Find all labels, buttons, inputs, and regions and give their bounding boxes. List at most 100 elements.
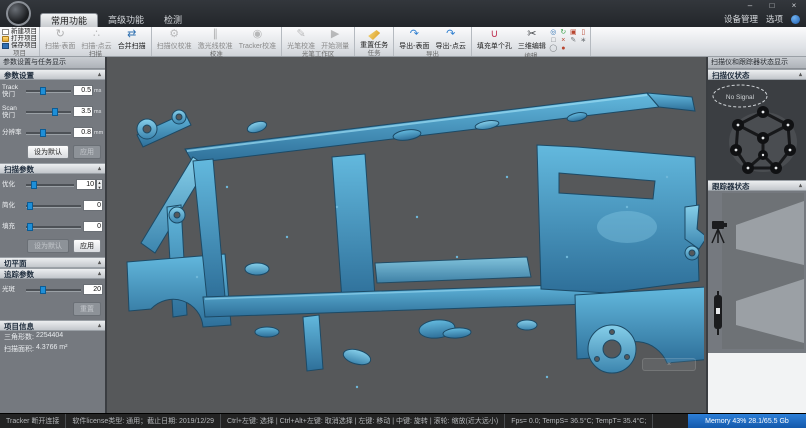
optimize-value[interactable]: 10 — [76, 179, 96, 190]
floppy-icon — [2, 43, 9, 49]
collapse-caret-icon: ▴ — [799, 181, 802, 190]
light-spot-value[interactable]: 20 — [83, 284, 103, 295]
section-title: 切平面 — [4, 258, 27, 267]
resolution-value[interactable]: 0.8 — [73, 127, 93, 138]
apply-button[interactable]: 应用 — [73, 145, 101, 159]
export-pointcloud-button[interactable]: ↷ 导出-点云 — [433, 27, 469, 51]
tracker-calibration-button[interactable]: ◉ Tracker校准 — [236, 27, 279, 51]
optimize-slider[interactable] — [26, 180, 74, 190]
scan-shutter-value[interactable]: 3.5 — [73, 106, 93, 117]
section-header-tracking-params[interactable]: 追踪参数 ▴ — [0, 268, 105, 279]
light-spot-row: 光斑 20 — [0, 279, 105, 300]
section-title: 参数设置 — [4, 70, 34, 79]
export-surface-button[interactable]: ↷ 导出-表面 — [396, 27, 432, 51]
track-shutter-slider[interactable] — [26, 86, 71, 96]
simplify-label: 简化 — [2, 202, 24, 209]
collapse-caret-icon: ▴ — [98, 164, 101, 173]
window-controls: – □ × — [740, 0, 804, 12]
pen-icon: ✎ — [297, 28, 306, 41]
resolution-slider[interactable] — [26, 128, 71, 138]
refresh-icon[interactable]: ↻ — [559, 29, 568, 37]
app-logo-icon[interactable] — [6, 1, 31, 26]
record-dot-icon[interactable]: ● — [559, 45, 568, 53]
tab-common-functions[interactable]: 常用功能 — [40, 13, 98, 27]
device-manager-link[interactable]: 设备管理 — [724, 13, 758, 25]
flag-icon[interactable]: ▣ — [569, 29, 578, 37]
group-pen-workspace: ✎ 光笔校准 ▶ 开始测量 光笔工作区 — [282, 27, 355, 56]
scan-surface-button[interactable]: ↻ 扫描-表面 — [42, 27, 78, 51]
section-header-scanner-status[interactable]: 扫描仪状态 ▴ — [708, 69, 806, 80]
section-header-clip-plane[interactable]: 切平面 ▴ — [0, 257, 105, 268]
play-icon: ▶ — [331, 28, 339, 41]
merge-scan-icon: ⇄ — [127, 28, 136, 41]
triangle-count-label: 三角形数: — [4, 332, 34, 342]
collapse-caret-icon: ▴ — [98, 269, 101, 278]
optimize-row: 优化 10 ▲▼ — [0, 174, 105, 195]
close-button[interactable]: × — [784, 0, 804, 11]
settings-mini-icon[interactable]: ∗ — [579, 37, 588, 45]
scan-shutter-slider[interactable] — [26, 107, 71, 117]
tab-inspection[interactable]: 检测 — [154, 13, 192, 27]
light-spot-slider[interactable] — [26, 285, 81, 295]
simplify-value[interactable]: 0 — [83, 200, 103, 211]
reset-task-button[interactable]: 重置任务 — [357, 27, 391, 50]
merge-scan-button[interactable]: ⇄ 合并扫描 — [115, 27, 149, 51]
optimize-spinner[interactable]: ▲▼ — [96, 179, 103, 190]
section-header-project-info[interactable]: 项目信息 ▴ — [0, 320, 105, 331]
pen-calibration-button[interactable]: ✎ 光笔校准 — [284, 27, 318, 51]
left-panel-title: 参数设置与任务显示 — [0, 57, 105, 69]
options-link[interactable]: 选项 — [766, 13, 783, 25]
section-header-tracker-status[interactable]: 跟踪器状态 ▴ — [708, 180, 806, 191]
maximize-button[interactable]: □ — [762, 0, 782, 11]
scan-pointcloud-button[interactable]: ∴ 扫描-点云 — [78, 27, 114, 51]
scan-surface-icon: ↻ — [56, 28, 65, 41]
scanner-calibration-button[interactable]: ⚙ 扫描仪校准 — [154, 27, 195, 51]
titlebar-right-links: 设备管理 选项 — [724, 13, 800, 25]
triangle-count-row: 三角形数: 2254404 — [0, 331, 105, 343]
select-circle-icon[interactable]: ◎ — [549, 29, 558, 37]
start-measure-button[interactable]: ▶ 开始测量 — [318, 27, 352, 51]
titlebar: – □ × 常用功能 高级功能 检测 设备管理 选项 — [0, 0, 806, 27]
trash-icon[interactable]: ▯ — [579, 29, 588, 37]
scan-area-row: 扫描面积: 4.3766 m² — [0, 343, 105, 355]
track-shutter-value[interactable]: 0.5 — [73, 85, 93, 96]
simplify-slider[interactable] — [26, 201, 81, 211]
select-rect-icon[interactable]: □ — [549, 37, 558, 45]
right-panel-title: 扫描仪和跟踪器状态显示 — [708, 57, 806, 69]
open-project-button[interactable]: 打开项目 — [2, 35, 37, 42]
ribbon-tabs: 常用功能 高级功能 检测 — [40, 13, 192, 27]
broom-icon — [368, 30, 380, 40]
viewport-3d[interactable]: × — [107, 57, 706, 413]
tracker-status-view — [708, 191, 806, 353]
new-project-button[interactable]: 新建项目 — [2, 28, 37, 35]
fill-single-hole-button[interactable]: ∪ 填充单个孔 — [474, 27, 515, 53]
cancel-icon[interactable]: × — [559, 37, 568, 45]
scissors-icon: ✂ — [527, 28, 536, 41]
help-icon[interactable] — [791, 15, 800, 24]
magnet-icon: ∪ — [490, 28, 498, 41]
track-shutter-unit: ms — [93, 88, 103, 94]
save-project-button[interactable]: 保存项目 — [2, 42, 37, 49]
collapse-caret-icon: ▴ — [98, 321, 101, 330]
triangle-count-value: 2254404 — [34, 332, 63, 342]
select-lasso-icon[interactable]: ◯ — [549, 45, 558, 53]
section-header-scan-params[interactable]: 扫描参数 ▴ — [0, 163, 105, 174]
set-default-button-2[interactable]: 设为默认 — [27, 239, 69, 253]
laser-calibration-button[interactable]: ∥ 激光线校准 — [195, 27, 236, 51]
track-shutter-label: Track 快门 — [2, 84, 24, 98]
fill-value[interactable]: 0 — [83, 221, 103, 232]
tab-advanced-functions[interactable]: 高级功能 — [98, 13, 154, 27]
viewport-floating-toolbar[interactable]: × — [642, 358, 696, 371]
right-status-panel: 扫描仪和跟踪器状态显示 扫描仪状态 ▴ No Signal — [706, 57, 806, 413]
model-3d-view[interactable] — [107, 57, 704, 413]
minimize-button[interactable]: – — [740, 0, 760, 11]
section-header-parameters[interactable]: 参数设置 ▴ — [0, 69, 105, 80]
edit-3d-button[interactable]: ✂ 三维编辑 — [515, 27, 549, 53]
fill-slider[interactable] — [26, 222, 81, 232]
apply-button-2[interactable]: 应用 — [73, 239, 101, 253]
edit-pencil-icon[interactable]: ✎ — [569, 37, 578, 45]
reset-button[interactable]: 重置 — [73, 302, 101, 316]
collapse-caret-icon: ▴ — [98, 70, 101, 79]
pill-close-icon[interactable]: × — [667, 361, 671, 368]
set-default-button[interactable]: 设为默认 — [27, 145, 69, 159]
